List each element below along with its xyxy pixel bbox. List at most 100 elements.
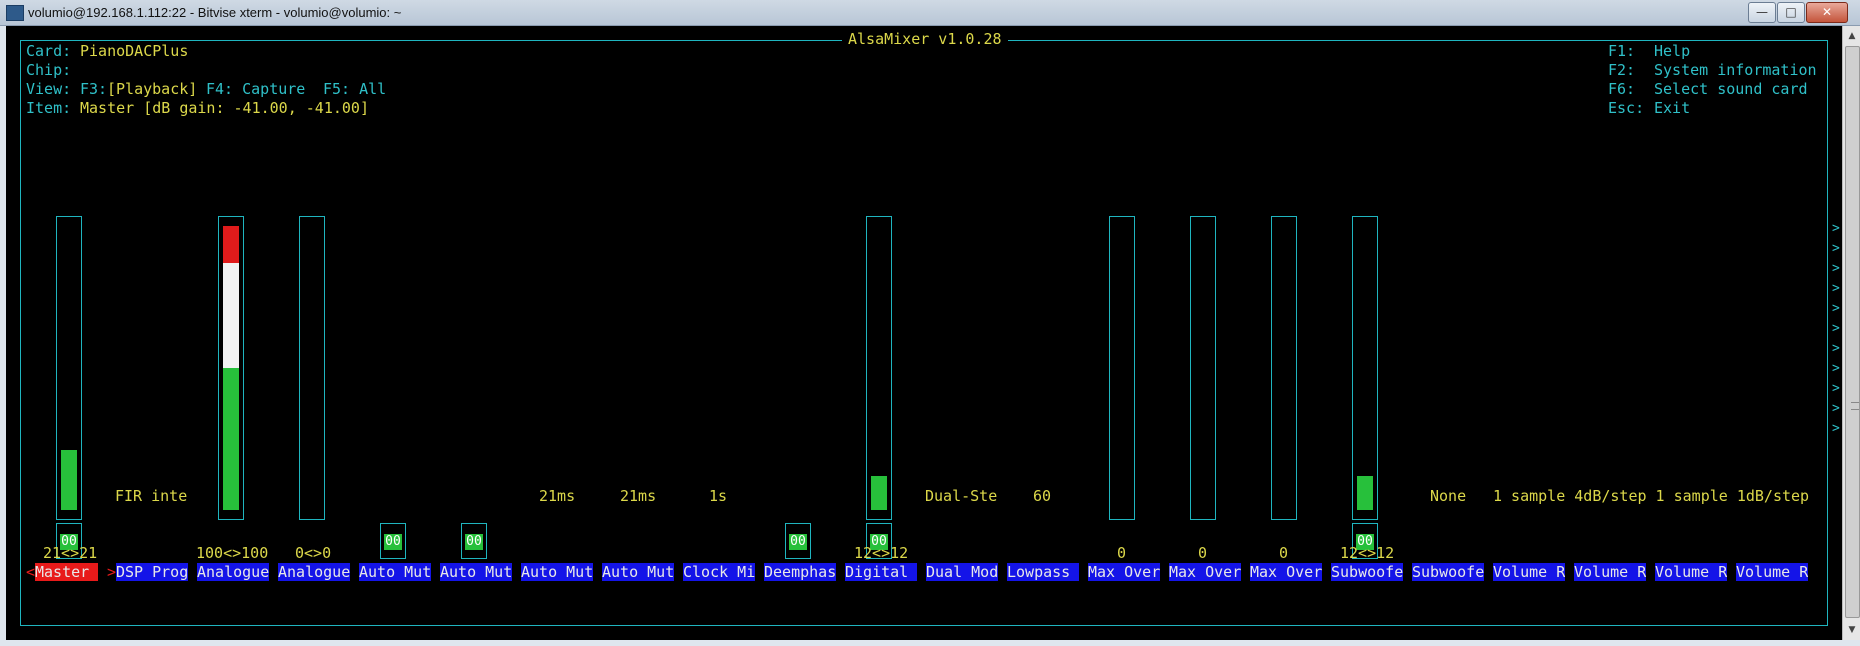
control-label: Max Over [1169,563,1241,581]
maximize-icon: □ [1785,5,1797,19]
control-analogue-2[interactable]: Analogue [278,563,350,581]
auto-mute-switch-2[interactable]: 00 [461,523,487,559]
control-label: Subwoofe [1331,563,1403,581]
view-label: View: [26,80,72,98]
help-text-f6[interactable]: Select sound card [1654,80,1808,98]
item-value: Master [dB gain: -41.00, -41.00] [80,99,369,117]
more-right-arrow-icon: > [1832,321,1840,336]
control-label: Master [35,563,90,581]
more-right-arrow-icon: > [1832,341,1840,356]
master-fader[interactable] [56,216,82,520]
more-right-arrow-icon: > [1832,221,1840,236]
subwoofer-mode-value[interactable]: None [1430,487,1466,505]
volume-ramp-values[interactable]: 1 sample 4dB/step 1 sample 1dB/step [1493,487,1809,505]
deemphasis-switch[interactable]: 00 [785,523,811,559]
alsamixer-title: AlsaMixer v1.0.28 [842,30,1008,48]
help-key-f2: F2: [1608,61,1636,79]
fir-filter-value[interactable]: FIR inte [115,487,187,505]
analogue-level-1: 100<>100 [196,544,269,562]
control-dual-mode[interactable]: Dual Mod [926,563,998,581]
control-max-over-3[interactable]: Max Over [1250,563,1322,581]
help-text-f1[interactable]: Help [1654,42,1690,60]
control-volume-ramp-2[interactable]: Volume R [1574,563,1646,581]
control-deemphasis[interactable]: Deemphas [764,563,836,581]
subwoofer-fader[interactable] [1352,216,1378,520]
analogue-fader-1-fill [223,226,239,510]
control-label: Volume R [1655,563,1727,581]
control-label: DSP Prog [116,563,188,581]
control-label: Auto Mut [521,563,593,581]
digital-fader[interactable] [866,216,892,520]
max-over-fader-3[interactable] [1271,216,1297,520]
max-over-level-1: 0 [1117,544,1127,562]
deemphasis-switch-state: 00 [789,534,807,550]
control-auto-mute-3[interactable]: Auto Mut [521,563,593,581]
control-label: Auto Mut [359,563,431,581]
help-key-f1: F1: [1608,42,1636,60]
dual-mode-value[interactable]: Dual-Ste [925,487,997,505]
control-max-over-2[interactable]: Max Over [1169,563,1241,581]
analogue-fader-1[interactable] [218,216,244,520]
terminal-scrollbar[interactable]: ▲ ▼ [1842,26,1860,640]
grip-icon [1851,402,1859,410]
control-digital[interactable]: Digital [845,563,917,581]
scroll-up-icon[interactable]: ▲ [1843,28,1860,44]
help-text-f2[interactable]: System information [1654,61,1817,79]
view-capture[interactable]: F4: Capture [206,80,305,98]
control-subwoofer-1[interactable]: Subwoofe [1331,563,1403,581]
scrollbar-thumb[interactable] [1845,46,1860,618]
control-auto-mute-4[interactable]: Auto Mut [602,563,674,581]
control-max-over-1[interactable]: Max Over [1088,563,1160,581]
control-label: Deemphas [764,563,836,581]
control-volume-ramp-3[interactable]: Volume R [1655,563,1727,581]
max-over-level-2: 0 [1198,544,1208,562]
control-label: Max Over [1250,563,1322,581]
view-all[interactable]: F5: All [323,80,386,98]
terminal-app-icon[interactable] [6,5,24,21]
minimize-button[interactable]: — [1748,2,1776,23]
auto-mute-switch-1[interactable]: 00 [380,523,406,559]
auto-mute-switch-2-state: 00 [465,534,483,550]
maximize-button[interactable]: □ [1777,2,1805,23]
control-analogue-1[interactable]: Analogue [197,563,269,581]
control-auto-mute-1[interactable]: Auto Mut [359,563,431,581]
alsamixer-frame [20,40,1828,626]
control-volume-ramp-4[interactable]: Volume R [1736,563,1808,581]
control-clock-mi[interactable]: Clock Mi [683,563,755,581]
window-titlebar: volumio@192.168.1.112:22 - Bitvise xterm… [0,0,1860,26]
view-f3-key: F3: [80,80,108,98]
help-text-esc[interactable]: Exit [1654,99,1690,117]
control-label: Lowpass [1007,563,1071,581]
control-subwoofer-2[interactable]: Subwoofe [1412,563,1484,581]
analogue-fader-2[interactable] [299,216,325,520]
more-right-arrow-icon: > [1832,241,1840,256]
terminal-screen[interactable]: AlsaMixer v1.0.28 Card: PianoDACPlus Chi… [6,26,1842,640]
view-playback[interactable]: [Playback] [107,80,197,98]
control-label: Auto Mut [602,563,674,581]
more-right-arrow-icon: > [1832,261,1840,276]
close-button[interactable]: ✕ [1806,2,1848,23]
selected-left-marker: < [26,563,36,581]
master-level: 21<>21 [43,544,98,562]
control-volume-ramp-1[interactable]: Volume R [1493,563,1565,581]
max-over-fader-2[interactable] [1190,216,1216,520]
control-label: Dual Mod [926,563,998,581]
control-label: Subwoofe [1412,563,1484,581]
lowpass-value[interactable]: 60 [1033,487,1051,505]
control-auto-mute-2[interactable]: Auto Mut [440,563,512,581]
control-dsp-program[interactable]: DSP Prog [116,563,188,581]
max-over-fader-1[interactable] [1109,216,1135,520]
auto-mute-time-value-1[interactable]: 21ms [539,487,575,505]
max-over-level-3: 0 [1279,544,1289,562]
auto-mute-time-value-2[interactable]: 21ms [620,487,656,505]
auto-mute-switch-1-state: 00 [384,534,402,550]
scroll-down-icon[interactable]: ▼ [1843,622,1860,638]
more-right-arrow-icon: > [1832,381,1840,396]
clock-value[interactable]: 1s [709,487,727,505]
control-label: Max Over [1088,563,1160,581]
control-master[interactable]: Master [35,563,98,581]
control-lowpass[interactable]: Lowpass [1007,563,1079,581]
digital-level: 12<>12 [854,544,909,562]
help-key-esc: Esc: [1608,99,1645,117]
chip-label: Chip: [26,61,72,79]
